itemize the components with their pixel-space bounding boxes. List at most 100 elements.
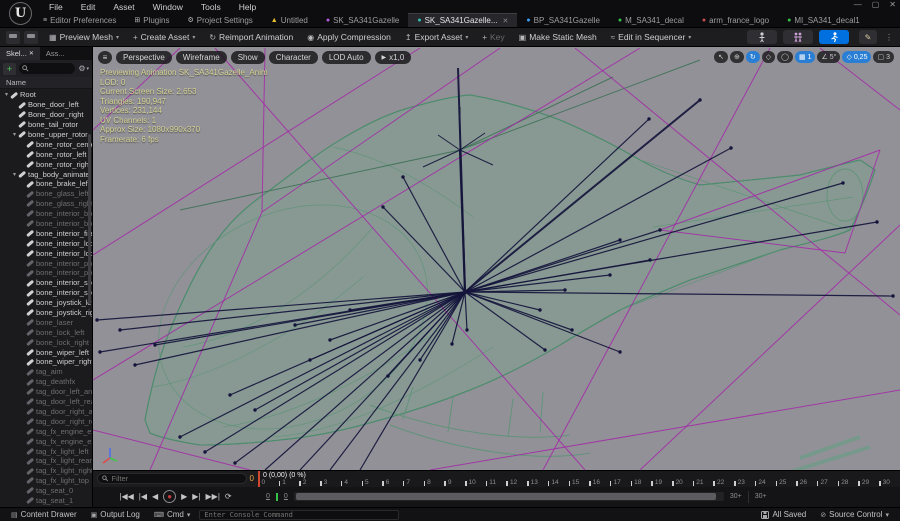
- tree-row[interactable]: ▾ tag_body_animate: [0, 169, 92, 179]
- window-minimize-button[interactable]: —: [854, 0, 862, 9]
- sequence-end-value[interactable]: 30+: [755, 493, 767, 500]
- panel-tab[interactable]: Ass...: [40, 47, 71, 60]
- frame-tick[interactable]: 14: [547, 479, 569, 487]
- frame-tick[interactable]: 26: [796, 479, 817, 487]
- viewport-lod-auto-button[interactable]: LOD Auto: [321, 51, 371, 64]
- rotation-snap-toggle[interactable]: ∠ 5°: [817, 51, 841, 63]
- tree-row[interactable]: bone_joystick_left: [0, 298, 92, 308]
- tree-row[interactable]: tag_fx_light_left: [0, 446, 92, 456]
- content-drawer-button[interactable]: ▤ Content Drawer: [6, 510, 82, 519]
- bone-search-input[interactable]: [19, 63, 76, 74]
- tree-row[interactable]: ▾ bone_upper_rotor: [0, 130, 92, 140]
- viewport-wireframe-button[interactable]: Wireframe: [175, 51, 227, 64]
- paint-brush-icon[interactable]: ✎: [859, 30, 877, 44]
- frame-tick[interactable]: 9: [444, 479, 465, 487]
- frame-tick[interactable]: 22: [713, 479, 734, 487]
- tree-row[interactable]: tag_door_left_anim: [0, 387, 92, 397]
- frame-tick[interactable]: 6: [382, 479, 403, 487]
- tree-row[interactable]: tag_seat_0: [0, 486, 92, 496]
- reimport-animation-button[interactable]: ↻ Reimport Animation: [202, 30, 300, 45]
- frame-tick[interactable]: 16: [589, 479, 610, 487]
- frame-tick[interactable]: 25: [775, 479, 797, 487]
- editor-tab[interactable]: ● SK_SA341Gazelle: [317, 13, 409, 27]
- output-log-button[interactable]: ▣ Output Log: [86, 510, 145, 519]
- frame-tick[interactable]: 15: [568, 479, 590, 487]
- apply-compression-button[interactable]: ◉ Apply Compression: [300, 30, 398, 45]
- tree-row[interactable]: ▾ Root: [0, 90, 92, 100]
- tree-row[interactable]: bone_brake_left: [0, 179, 92, 189]
- tree-row[interactable]: bone_interior_soft: [0, 288, 92, 298]
- menu-help[interactable]: Help: [230, 2, 265, 12]
- tree-row[interactable]: tag_deathfx: [0, 377, 92, 387]
- tab-close-icon[interactable]: ✕: [29, 50, 34, 57]
- filter-text-field[interactable]: [111, 474, 242, 484]
- tree-row[interactable]: tag_aim: [0, 367, 92, 377]
- frame-tick[interactable]: 5: [361, 479, 383, 487]
- tree-expander-icon[interactable]: ▾: [3, 91, 10, 98]
- source-control-button[interactable]: ⊘ Source Control ▾: [815, 510, 894, 519]
- frame-tick[interactable]: 24: [754, 479, 776, 487]
- scale-snap-toggle[interactable]: ◇ 0,25: [842, 51, 872, 63]
- tree-expander-icon[interactable]: ▾: [11, 171, 18, 178]
- play-reverse-button[interactable]: ◀: [152, 492, 158, 501]
- tree-row[interactable]: bone_interior_soft: [0, 278, 92, 288]
- animation-preview-button[interactable]: [819, 30, 849, 44]
- frame-tick[interactable]: 7: [402, 479, 424, 487]
- frame-tick[interactable]: 8: [423, 479, 445, 487]
- tree-row[interactable]: bone_wiper_right: [0, 357, 92, 367]
- frame-tick[interactable]: 18: [630, 479, 652, 487]
- select-tool-icon[interactable]: ↖: [714, 51, 728, 63]
- viewport-character-button[interactable]: Character: [268, 51, 318, 64]
- grid-snap-toggle[interactable]: ▦ 1: [794, 51, 816, 63]
- track-filter-input[interactable]: [97, 473, 247, 485]
- frame-tick[interactable]: 12: [506, 479, 527, 487]
- menu-edit[interactable]: Edit: [72, 2, 105, 12]
- play-button[interactable]: ▶: [181, 492, 187, 501]
- editor-tab[interactable]: ≡ Editor Preferences: [34, 13, 125, 27]
- tree-row[interactable]: bone_joystick_rig: [0, 308, 92, 318]
- editor-tab[interactable]: ⚙ Project Settings: [178, 13, 261, 27]
- frame-ruler[interactable]: 0 (0,00) (0 %) 0 1 2 3 4 5 6 7 8 9 10 11 12 13 14 15 16 1…: [258, 471, 900, 487]
- frame-tick[interactable]: 21: [692, 479, 714, 487]
- move-tool-icon[interactable]: ⊕: [729, 51, 744, 63]
- rotate-tool-icon[interactable]: ↻: [745, 51, 760, 63]
- tree-row[interactable]: bone_interior_pos: [0, 258, 92, 268]
- skeleton-group-button[interactable]: [783, 30, 813, 44]
- tree-row[interactable]: tag_door_right_rev: [0, 416, 92, 426]
- frame-tick[interactable]: 17: [609, 479, 631, 487]
- make-static-mesh-button[interactable]: ▣ Make Static Mesh: [512, 30, 604, 45]
- cmd-selector[interactable]: ⌨ Cmd ▾: [149, 510, 196, 519]
- tree-row[interactable]: bone_lock_left: [0, 327, 92, 337]
- tree-row[interactable]: bone_interior_fire: [0, 228, 92, 238]
- add-bone-button[interactable]: +: [3, 62, 16, 75]
- tree-row[interactable]: Bone_door_left: [0, 100, 92, 110]
- save-status-button[interactable]: All Saved: [756, 510, 811, 519]
- record-button[interactable]: ●: [163, 490, 177, 504]
- tree-expander-icon[interactable]: ▾: [11, 131, 18, 138]
- playhead-marker[interactable]: [258, 471, 260, 487]
- tree-row[interactable]: bone_interior_box: [0, 209, 92, 219]
- viewport-perspective-button[interactable]: Perspective: [116, 51, 172, 64]
- tab-close-icon[interactable]: ✕: [503, 17, 509, 25]
- tree-row[interactable]: tag_fx_light_right: [0, 466, 92, 476]
- frame-tick[interactable]: 28: [837, 479, 859, 487]
- tree-row[interactable]: tag_fx_engine_ext: [0, 436, 92, 446]
- tree-row[interactable]: bone_rotor_right: [0, 159, 92, 169]
- tree-row[interactable]: bone_rotor_center: [0, 139, 92, 149]
- frame-tick[interactable]: 3: [320, 479, 341, 487]
- frame-tick[interactable]: 2: [299, 479, 320, 487]
- tree-row[interactable]: tag_door_right_ani: [0, 407, 92, 417]
- tree-row[interactable]: bone_wiper_left: [0, 347, 92, 357]
- frame-tick[interactable]: 30: [879, 479, 900, 487]
- range-end-value[interactable]: 30+: [730, 493, 742, 500]
- frame-tick[interactable]: 27: [816, 479, 838, 487]
- world-space-icon[interactable]: ◯: [777, 51, 793, 63]
- tree-row[interactable]: Bone_door_right: [0, 110, 92, 120]
- playback-speed-button[interactable]: ▶ x1,0: [374, 51, 412, 64]
- skeleton-preview-button[interactable]: [747, 30, 777, 44]
- preview-mesh-button[interactable]: ▦ Preview Mesh ▾: [42, 30, 126, 45]
- tree-row[interactable]: bone_laser: [0, 317, 92, 327]
- toolbar-overflow-icon[interactable]: ⋮: [885, 33, 894, 42]
- tree-row[interactable]: bone_glass_left: [0, 189, 92, 199]
- browse-content-icon[interactable]: [24, 30, 38, 44]
